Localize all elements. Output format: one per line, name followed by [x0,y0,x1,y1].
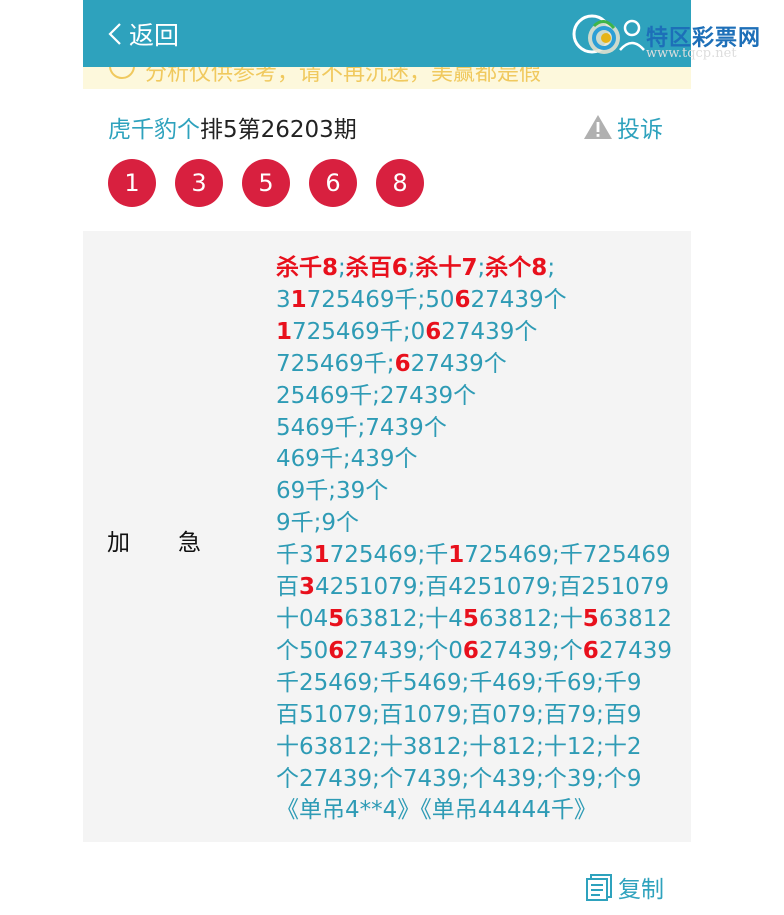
prediction-line: 千31725469;千1725469;千725469 [276,540,676,572]
highlight-digit: 1 [448,542,465,569]
prediction-line: 《单吊4**4》《单吊44444千》 [276,795,676,827]
ball: 8 [376,159,424,207]
line-segment: 27439个 [441,318,538,345]
ball: 1 [108,159,156,207]
notice-bar: 分析仅供参考，请不再沉迷，美赢都是假 [83,67,691,89]
highlight-digit: 5 [582,605,599,632]
highlight-digit: 6 [425,318,442,345]
line-segment: 9千;9个 [276,510,360,537]
highlight-digit: 3 [299,574,316,601]
logo-swirl-icon [572,14,645,54]
prediction-line: 69千;39个 [276,476,676,508]
line-segment: 《单吊4**4》《单吊44444千》 [276,797,597,824]
highlight-digit: 6 [328,637,345,664]
line-segment: 5469千;7439个 [276,414,447,441]
author-link[interactable]: 虎千豹个 [108,117,200,143]
prediction-line: 杀千8;杀百6;杀十7;杀个8; [276,253,676,285]
issue-title: 虎千豹个排5第26203期 [108,110,357,144]
ball: 5 [242,159,290,207]
site-logo: 特区彩票网 www.tqcp.net [570,8,784,66]
line-segment: 725469千;0 [292,318,426,345]
prediction-line: 31725469千;50627439个 [276,285,676,317]
prediction-line: 25469千;27439个 [276,381,676,413]
line-segment: 27439;个0 [344,637,463,664]
number-balls: 1 3 5 6 8 [108,159,443,207]
line-segment: 63812;十4 [344,605,463,632]
highlight-digit: 5 [328,605,345,632]
prediction-line: 十63812;十3812;十812;十12;十2 [276,732,676,764]
highlight-digit: 杀个8 [485,255,548,281]
line-segment: 百51079;百1079;百079;百79;百9 [276,701,642,728]
line-segment: 69千;39个 [276,478,389,505]
line-segment: 469千;439个 [276,446,418,473]
prediction-line: 1725469千;0627439个 [276,317,676,349]
line-segment: 27439 [598,637,672,664]
prediction-line: 个50627439;个0627439;个627439 [276,636,676,668]
prediction-line: 个27439;个7439;个439;个39;个9 [276,764,676,796]
highlight-digit: 6 [394,350,411,377]
notice-icon [109,67,135,79]
highlight-digit: 6 [582,637,599,664]
line-segment: 725469;千725469 [464,542,671,569]
line-segment: 27439个 [410,350,507,377]
line-segment: 十04 [276,605,329,632]
prediction-lines: 杀千8;杀百6;杀十7;杀个8; 31725469千;50627439个 17254… [276,253,676,827]
line-segment: 个50 [276,637,329,664]
chevron-left-icon [108,23,121,45]
line-segment: 千3 [276,542,314,569]
prediction-line: 469千;439个 [276,444,676,476]
report-button[interactable]: 投诉 [583,110,663,144]
panel-label-b: 急 [178,530,201,556]
back-button[interactable]: 返回 [107,16,179,52]
line-segment: 63812 [598,605,672,632]
line-segment: ; [547,255,556,281]
line-segment: 63812;十 [478,605,583,632]
panel-label: 加急 [107,523,201,557]
highlight-digit: 杀十7 [415,255,478,281]
highlight-digit: 1 [276,318,293,345]
line-segment: 百 [276,574,299,601]
issue-label: 排5第26203期 [200,117,357,143]
highlight-digit: 1 [313,542,330,569]
prediction-line: 千25469;千5469;千469;千69;千9 [276,668,676,700]
line-segment: 27439个 [470,286,567,313]
panel-label-a: 加 [107,530,130,556]
highlight-digit: 杀百6 [345,255,408,281]
prediction-line: 十04563812;十4563812;十563812 [276,604,676,636]
warning-icon [584,115,612,139]
prediction-panel: 加急 杀千8;杀百6;杀十7;杀个8; 31725469千;50627439个 17… [83,231,691,842]
line-segment: 25469千;27439个 [276,382,477,409]
prediction-line: 9千;9个 [276,508,676,540]
copy-label: 复制 [618,877,664,903]
line-segment: 个27439;个7439;个439;个39;个9 [276,765,642,792]
line-segment: 十63812;十3812;十812;十12;十2 [276,733,642,760]
report-label: 投诉 [617,117,663,143]
highlight-digit: 5 [462,605,479,632]
highlight-digit: 杀千8 [276,255,339,281]
ball: 6 [309,159,357,207]
line-segment: 4251079;百4251079;百251079 [315,574,670,601]
line-segment: 27439;个 [478,637,583,664]
copy-button[interactable]: 复制 [584,870,664,904]
line-segment: 千25469;千5469;千469;千69;千9 [276,669,642,696]
prediction-line: 5469千;7439个 [276,413,676,445]
line-segment: ; [407,255,416,281]
logo-url: www.tqcp.net [646,46,737,61]
prediction-line: 725469千;627439个 [276,349,676,381]
notice-text: 分析仅供参考，请不再沉迷，美赢都是假 [145,67,542,86]
line-segment: ; [338,255,346,281]
back-label: 返回 [129,21,180,50]
highlight-digit: 6 [454,286,471,313]
highlight-digit: 6 [462,637,479,664]
ball: 3 [175,159,223,207]
prediction-line: 百34251079;百4251079;百251079 [276,572,676,604]
line-segment: 725469;千 [329,542,449,569]
highlight-digit: 1 [290,286,307,313]
prediction-line: 百51079;百1079;百079;百79;百9 [276,700,676,732]
copy-icon [586,874,612,901]
line-segment: 725469千;50 [306,286,455,313]
line-segment: 3 [276,286,291,313]
line-segment: 725469千; [276,350,395,377]
